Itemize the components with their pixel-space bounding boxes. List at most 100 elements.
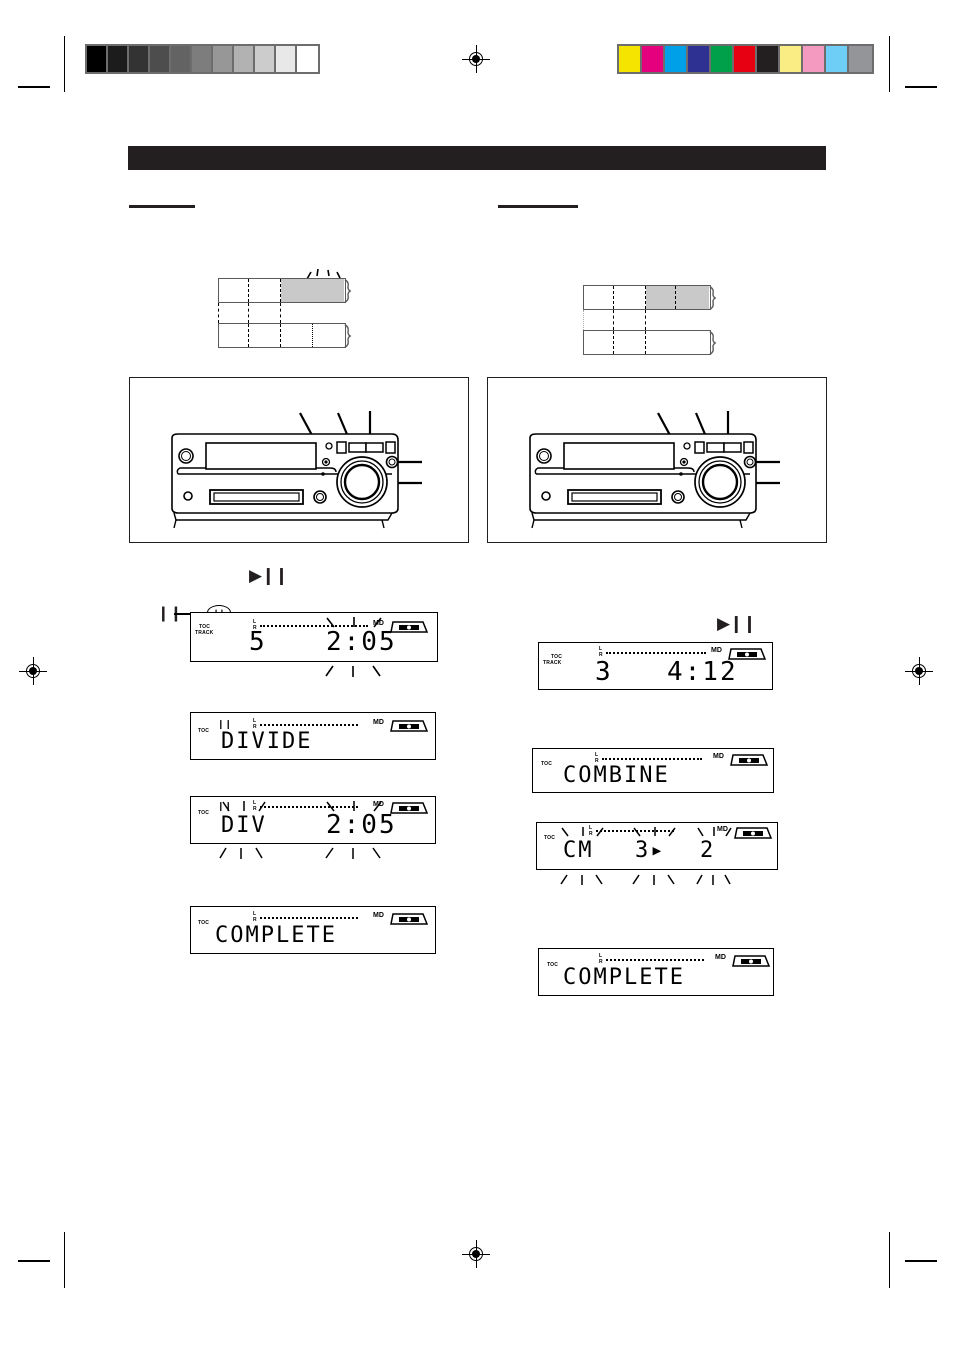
md-label: MD xyxy=(711,647,722,654)
play-pause-icon-combine: ▶❙❙ xyxy=(717,614,757,634)
segment-track-second: 2 xyxy=(700,838,716,863)
md-disc-glyph xyxy=(390,720,429,732)
strip-cell xyxy=(249,279,281,302)
crop-rule-left-mark xyxy=(18,86,50,88)
strip-connector xyxy=(218,303,219,323)
segment-message: COMBINE xyxy=(563,763,670,788)
blink-marks-top-left xyxy=(222,801,266,812)
blink-marks-bottom-divide1 xyxy=(325,665,381,677)
md-disc-glyph xyxy=(390,913,429,925)
play-pause-icon-divide: ▶❙❙ xyxy=(249,566,289,586)
strip-connector xyxy=(645,310,646,330)
blink-marks-top xyxy=(326,617,382,628)
strip-cell xyxy=(614,331,646,354)
strip-cell xyxy=(219,324,249,347)
lcd-divide-complete: TOC L R MD COMPLETE xyxy=(190,906,436,954)
combine-lower-strip xyxy=(583,330,711,355)
segment-message: COMPLETE xyxy=(215,923,337,948)
crop-rule-left-top xyxy=(64,36,65,92)
segment-track-number: 5 xyxy=(249,627,267,657)
registration-mark-right xyxy=(905,657,933,685)
strip-cell xyxy=(646,331,710,354)
crop-rule-left-mark-bottom xyxy=(18,1260,50,1262)
track-indicator: TRACK xyxy=(195,630,214,636)
toc-indicator: TOC xyxy=(544,835,556,841)
track-indicator: TRACK xyxy=(543,660,562,666)
segment-track-number: 3 xyxy=(595,657,613,687)
strip-cell xyxy=(614,286,646,309)
toc-indicator: TOC xyxy=(547,962,559,968)
segment-message: COMPLETE xyxy=(563,965,685,990)
md-label: MD xyxy=(373,912,384,919)
blink-marks-bottom-cm xyxy=(560,874,603,885)
segment-time: 2:05 xyxy=(326,810,397,840)
md-deck-drawing xyxy=(529,411,780,529)
strip-connector xyxy=(613,310,614,330)
combine-track-diagram xyxy=(583,285,733,363)
md-label: MD xyxy=(373,719,384,726)
segment-time: 4:12 xyxy=(667,657,738,687)
page-header-bar xyxy=(128,146,826,170)
toc-indicator: TOC xyxy=(198,920,210,926)
level-dots xyxy=(602,758,702,760)
lower-strip-brace xyxy=(709,331,717,355)
upper-strip-brace xyxy=(344,279,352,303)
segment-time: 2:05 xyxy=(326,627,397,657)
strip-cell-filled xyxy=(646,286,676,309)
segment-mode: DIV xyxy=(221,813,267,838)
lcd-divide-step3: TOC ❙❙ L R MD DIV 2:05 xyxy=(190,796,436,844)
level-dots xyxy=(606,959,704,961)
combine-upper-strip xyxy=(583,285,711,310)
lcd-combine-complete: TOC L R MD COMPLETE xyxy=(538,948,774,996)
crop-rule-left-bottom xyxy=(64,1232,65,1288)
divide-track-diagram xyxy=(218,268,368,356)
level-dots xyxy=(260,917,358,919)
toc-indicator: TOC xyxy=(541,761,553,767)
blink-marks-top-track1 xyxy=(633,827,676,837)
lcd-divide-step1: TOC TRACK L R MD 5 2:05 xyxy=(190,612,438,662)
md-disc-glyph xyxy=(734,827,773,839)
divide-upper-strip xyxy=(218,278,346,303)
divide-section-rule xyxy=(129,205,195,208)
lcd-combine-step2: TOC L R MD COMBINE xyxy=(532,748,774,793)
blink-marks-bottom-divide3-right xyxy=(325,847,381,859)
lcd-combine-step1: TOC TRACK L R MD 3 4:12 xyxy=(538,642,773,690)
md-deck-illustration-divide xyxy=(129,377,469,543)
registration-mark-top xyxy=(462,45,490,73)
lower-strip-brace xyxy=(344,324,352,348)
strip-connector xyxy=(248,303,249,323)
strip-cell-filled xyxy=(281,279,344,302)
blink-marks-top-right xyxy=(326,801,382,812)
md-disc-glyph xyxy=(732,955,771,967)
strip-cell xyxy=(584,286,614,309)
segment-message: DIVIDE xyxy=(221,729,313,754)
strip-cell xyxy=(313,324,344,347)
segment-mode: CM xyxy=(563,838,594,863)
combine-section-rule xyxy=(498,205,578,208)
strip-cell-filled xyxy=(676,286,709,309)
toc-indicator: TOC xyxy=(198,728,210,734)
md-label: MD xyxy=(715,954,726,961)
segment-track-first: 3▸ xyxy=(635,838,666,863)
divide-lower-strip xyxy=(218,323,346,348)
crop-rule-right-mark-bottom xyxy=(905,1260,937,1262)
strip-cell xyxy=(281,324,313,347)
strip-connector xyxy=(583,310,584,330)
registration-mark-bottom xyxy=(462,1240,490,1268)
color-calibration-bar xyxy=(617,44,874,74)
strip-cell xyxy=(219,279,249,302)
lcd-combine-step3: TOC L R MD CM 3▸ 2 xyxy=(536,822,778,870)
lcd-divide-step2: TOC ❙❙ L R MD DIVIDE xyxy=(190,712,436,760)
crop-rule-right-mark xyxy=(905,86,937,88)
crop-rule-right-top xyxy=(889,36,890,92)
registration-mark-left xyxy=(19,657,47,685)
blink-marks-bottom-track1 xyxy=(632,874,675,885)
blink-marks-bottom-divide3-left xyxy=(219,847,263,859)
level-dots xyxy=(606,652,706,654)
strip-cell xyxy=(584,331,614,354)
md-deck-illustration-combine xyxy=(487,377,827,543)
blink-marks-top-cm xyxy=(561,827,604,837)
blink-marks-top-track2 xyxy=(697,827,732,837)
toc-indicator: TOC xyxy=(198,810,210,816)
upper-strip-brace xyxy=(709,286,717,310)
